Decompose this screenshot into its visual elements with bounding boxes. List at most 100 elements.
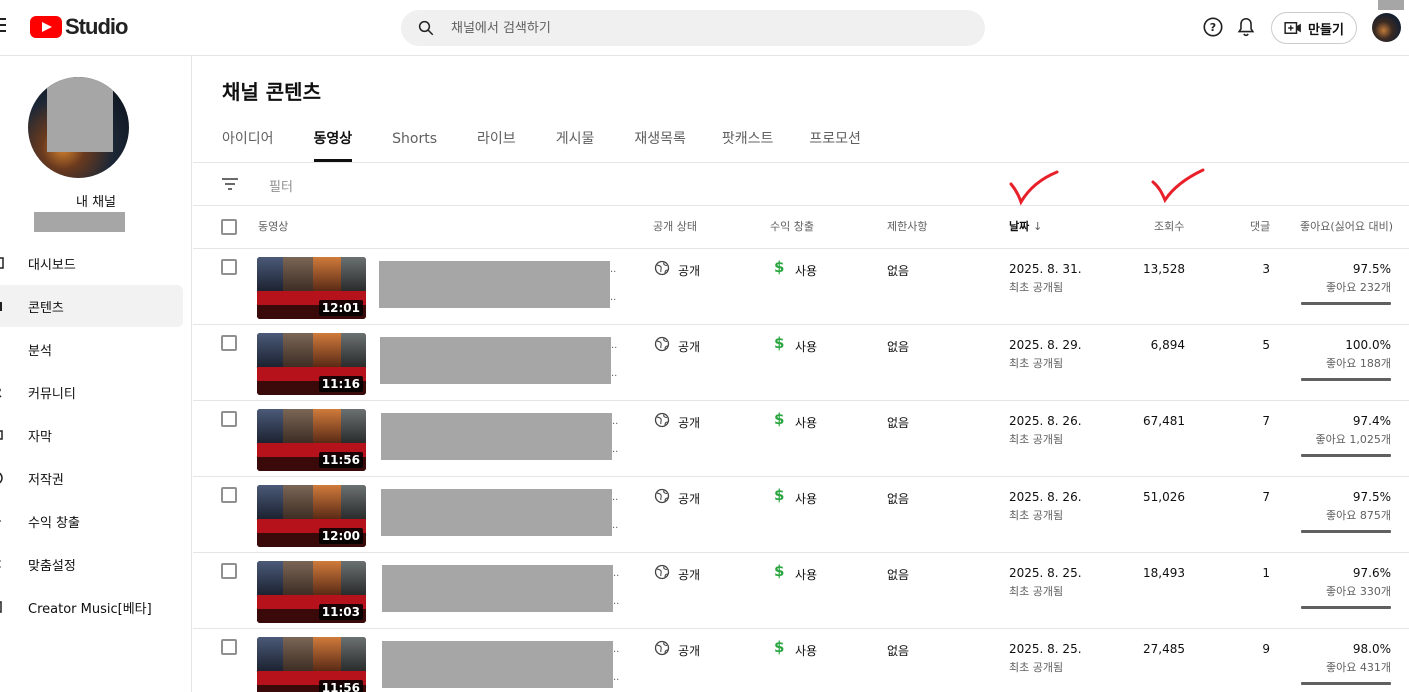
video-thumbnail[interactable]: 11:56 [257,637,366,692]
video-thumbnail[interactable]: 11:56 [257,409,366,471]
row-checkbox[interactable] [221,411,237,427]
dollar-icon: $ [774,638,785,656]
restrictions-status: 없음 [887,568,910,582]
video-thumbnail[interactable]: 12:01 [257,257,366,319]
create-button[interactable]: 만들기 [1271,12,1357,44]
column-header-comments[interactable]: 댓글 [1250,218,1270,234]
publish-status: 최초 공개됨 [1009,357,1064,370]
redacted-block [47,77,113,152]
channel-avatar[interactable] [28,77,129,178]
monetization-status[interactable]: 사용 [795,338,817,355]
help-icon[interactable]: ? [1202,16,1224,38]
column-header-views[interactable]: 조회수 [1154,218,1184,234]
sidebar-item-dashboard[interactable]: 대시보드 [0,242,183,284]
row-checkbox[interactable] [221,259,237,275]
like-ratio-bar [1301,378,1391,381]
restrictions-status: 없음 [887,644,910,658]
redacted-video-title[interactable] [381,489,612,536]
publish-date: 2025. 8. 31. [1009,262,1082,276]
sidebar-item-community[interactable]: 커뮤니티 [0,371,183,413]
table-row[interactable]: 12:00 .. .. 공개 $ 사용 없음 2025. 8. 26. 최초 공… [193,477,1409,553]
redacted-video-title[interactable] [382,565,613,612]
sidebar-item-label: 분석 [28,343,52,359]
visibility-status[interactable]: 공개 [678,338,700,355]
comment-count: 7 [1262,490,1270,504]
monetization-status[interactable]: 사용 [795,262,817,279]
redacted-channel-handle [34,212,125,232]
table-row[interactable]: 11:56 .. .. 공개 $ 사용 없음 2025. 8. 26. 최초 공… [193,401,1409,477]
search-input[interactable] [451,20,931,36]
title-overflow: .. [613,644,620,655]
sidebar-item-subtitles[interactable]: 자막 [0,414,183,456]
row-checkbox[interactable] [221,487,237,503]
like-percentage: 97.5% [1352,262,1391,276]
sidebar-item-analytics[interactable]: 분석 [0,328,183,370]
publish-date: 2025. 8. 29. [1009,338,1082,352]
sidebar-item-copyright[interactable]: 저작권 [0,457,183,499]
description-overflow: .. [613,672,620,683]
filter-icon[interactable] [221,176,239,192]
tab-videos[interactable]: 동영상 [313,120,352,162]
filter-bar[interactable]: 필터 [193,163,1409,205]
search-bar[interactable] [401,10,985,46]
tab-podcasts[interactable]: 팟캐스트 [722,120,774,162]
video-thumbnail[interactable]: 12:00 [257,485,366,547]
redacted-video-title[interactable] [380,337,611,384]
view-count: 13,528 [1143,262,1185,276]
studio-logo[interactable]: Studio [30,14,128,40]
table-row[interactable]: 11:16 .. .. 공개 $ 사용 없음 2025. 8. 29. 최초 공… [193,325,1409,401]
menu-icon[interactable] [0,18,6,34]
row-checkbox[interactable] [221,563,237,579]
like-percentage: 100.0% [1345,338,1391,352]
monetization-status[interactable]: 사용 [795,566,817,583]
comment-count: 3 [1262,262,1270,276]
redacted-video-title[interactable] [379,261,610,308]
row-checkbox[interactable] [221,335,237,351]
select-all-checkbox[interactable] [221,219,237,235]
monetization-status[interactable]: 사용 [795,490,817,507]
title-overflow: .. [612,416,619,427]
sidebar-item-customization[interactable]: 맞춤설정 [0,543,183,585]
visibility-status[interactable]: 공개 [678,262,700,279]
table-row[interactable]: 12:01 .. .. 공개 $ 사용 없음 2025. 8. 31. 최초 공… [193,249,1409,325]
like-percentage: 97.5% [1352,490,1391,504]
visibility-status[interactable]: 공개 [678,566,700,583]
monetization-status[interactable]: 사용 [795,642,817,659]
redacted-video-title[interactable] [382,641,613,688]
monetization-icon [0,519,2,523]
sidebar-item-monetization[interactable]: 수익 창출 [0,500,183,542]
column-header-date[interactable]: 날짜 ↓ [1009,218,1042,234]
account-avatar[interactable] [1372,13,1401,42]
column-header-monetization: 수익 창출 [770,220,814,233]
sidebar-item-label: 수익 창출 [28,515,80,531]
tab-shorts[interactable]: Shorts [392,120,437,162]
row-checkbox[interactable] [221,639,237,655]
sidebar: 내 채널 대시보드 콘텐츠 분석 커뮤니티 자막 저작권 수익 창출 맞춤설정 … [0,56,192,692]
visibility-status[interactable]: 공개 [678,490,700,507]
tab-live[interactable]: 라이브 [477,120,516,162]
notifications-bell-icon[interactable] [1235,16,1257,38]
sidebar-item-content[interactable]: 콘텐츠 [0,285,183,327]
visibility-status[interactable]: 공개 [678,414,700,431]
sidebar-item-label: 맞춤설정 [28,558,76,574]
sidebar-item-creator-music[interactable]: Creator Music[베타] [0,586,183,628]
community-icon [0,388,2,398]
video-thumbnail[interactable]: 11:16 [257,333,366,395]
tab-promotions[interactable]: 프로모션 [809,120,861,162]
video-thumbnail[interactable]: 11:03 [257,561,366,623]
table-row[interactable]: 11:03 .. .. 공개 $ 사용 없음 2025. 8. 25. 최초 공… [193,553,1409,629]
svg-text:?: ? [1210,21,1216,34]
visibility-status[interactable]: 공개 [678,642,700,659]
comment-count: 9 [1262,642,1270,656]
globe-icon [654,564,670,580]
tab-playlists[interactable]: 재생목록 [634,120,686,162]
tab-ideas[interactable]: 아이디어 [222,120,274,162]
filter-label: 필터 [269,180,293,195]
table-row[interactable]: 11:56 .. .. 공개 $ 사용 없음 2025. 8. 25. 최초 공… [193,629,1409,692]
sidebar-item-label: 자막 [28,429,52,445]
redacted-video-title[interactable] [381,413,612,460]
column-header-likes[interactable]: 좋아요(싫어요 대비) [1300,218,1393,234]
monetization-status[interactable]: 사용 [795,414,817,431]
like-ratio-bar [1301,606,1391,609]
tab-posts[interactable]: 게시물 [556,120,595,162]
